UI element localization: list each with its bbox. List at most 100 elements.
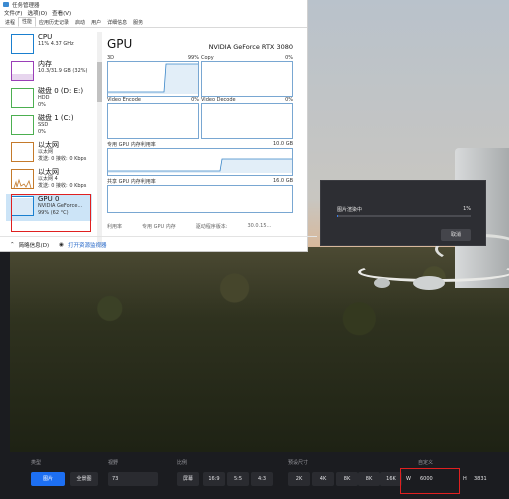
ratio-16-9-button[interactable]: 16:9 bbox=[203, 472, 225, 486]
shared-memory: 共享 GPU 内存利用率 16.0 GB bbox=[107, 178, 293, 213]
menu-file[interactable]: 文件(F) bbox=[4, 9, 22, 17]
type-label: 类型 bbox=[31, 460, 42, 466]
resource-name: CPU bbox=[38, 33, 53, 41]
progress-fill bbox=[337, 215, 339, 217]
highlight-gpu bbox=[11, 194, 91, 232]
tab-users[interactable]: 用户 bbox=[88, 19, 104, 27]
resource-monitor-icon: ◉ bbox=[59, 241, 64, 248]
dialog-title: 图片渲染中 bbox=[337, 207, 363, 213]
stat-utilization: 利用率 bbox=[107, 224, 123, 230]
building-pod-small bbox=[374, 278, 390, 288]
resource-name: 内存 bbox=[38, 60, 52, 68]
stat-driver: 驱动程序版本: bbox=[195, 224, 228, 230]
shared-mem-label: 共享 GPU 内存利用率 bbox=[107, 179, 156, 185]
dedicated-mem-graph bbox=[107, 148, 293, 176]
resource-disk-1[interactable]: 磁盘 1 (C:) SSD 0% bbox=[6, 113, 92, 140]
open-resource-monitor-link[interactable]: 打开资源监视器 bbox=[68, 241, 107, 249]
resource-sub2: 发送: 0 接收: 0 Kbps bbox=[38, 183, 87, 189]
preset-8k-button[interactable]: 8K bbox=[336, 472, 358, 486]
resource-sub2: 0% bbox=[38, 129, 46, 135]
engine-3d: 3D 99% bbox=[107, 55, 199, 97]
building-pod bbox=[413, 276, 445, 290]
resource-sub: 10.3/31.9 GB (32%) bbox=[38, 68, 88, 74]
ratio-5-5-button[interactable]: 5:5 bbox=[227, 472, 249, 486]
resource-name: 以太网 bbox=[38, 168, 59, 176]
engine-copy: Copy 0% bbox=[201, 55, 293, 97]
tab-processes[interactable]: 进程 bbox=[2, 19, 18, 27]
resource-sub: 以太网 4 bbox=[38, 176, 58, 182]
preset-4k-button[interactable]: 4K bbox=[312, 472, 334, 486]
tab-services[interactable]: 服务 bbox=[130, 19, 146, 27]
render-settings-bar: 类型 图片 全景图 视野 73 比例 屏幕 16:9 5:5 4:3 预设尺寸 … bbox=[0, 452, 509, 499]
dedicated-memory: 专用 GPU 内存利用率 10.0 GB bbox=[107, 141, 293, 176]
menu-bar: 文件(F) 选项(O) 查看(V) bbox=[0, 9, 307, 17]
resource-sub2: 发送: 0 接收: 0 Kbps bbox=[38, 156, 87, 162]
shared-mem-max: 16.0 GB bbox=[272, 178, 293, 184]
shared-mem-graph bbox=[107, 185, 293, 213]
fov-label: 视野 bbox=[108, 460, 119, 466]
scrollbar-thumb[interactable] bbox=[97, 62, 102, 102]
resource-sub: SSD bbox=[38, 122, 49, 128]
tab-performance[interactable]: 性能 bbox=[18, 17, 37, 27]
highlight-width bbox=[400, 468, 460, 494]
ratio-screen-button[interactable]: 屏幕 bbox=[177, 472, 199, 486]
engine-video-decode-graph bbox=[201, 103, 293, 139]
gpu-model: NVIDIA GeForce RTX 3080 bbox=[208, 43, 293, 51]
memory-thumbnail bbox=[11, 61, 34, 81]
resource-sub: 11% 4.37 GHz bbox=[38, 41, 74, 47]
engine-copy-graph bbox=[201, 61, 293, 97]
resource-name: 磁盘 1 (C:) bbox=[38, 114, 74, 122]
resource-cpu[interactable]: CPU 11% 4.37 GHz bbox=[6, 32, 92, 59]
render-progress-dialog: 图片渲染中 1% 取消 bbox=[320, 180, 486, 246]
ethernet-thumbnail bbox=[11, 142, 34, 162]
tab-startup[interactable]: 启动 bbox=[72, 19, 88, 27]
collapse-icon[interactable]: ⌃ bbox=[10, 242, 15, 248]
gpu-title: GPU bbox=[107, 37, 133, 51]
stat-dedicated: 专用 GPU 内存 bbox=[142, 224, 176, 230]
fov-input[interactable]: 73 bbox=[108, 472, 158, 486]
preset-2k-button[interactable]: 2K bbox=[288, 472, 310, 486]
resource-disk-0[interactable]: 磁盘 0 (D: E:) HDD 0% bbox=[6, 86, 92, 113]
disk0-thumbnail bbox=[11, 88, 34, 108]
tm-footer: ⌃ 简略信息(D) ◉ 打开资源监视器 bbox=[0, 236, 317, 252]
task-manager-icon bbox=[3, 2, 9, 7]
ratio-label: 比例 bbox=[177, 460, 188, 466]
resource-ethernet-4[interactable]: 以太网 以太网 4 发送: 0 接收: 0 Kbps bbox=[6, 167, 92, 194]
type-image-button[interactable]: 图片 bbox=[31, 472, 65, 486]
dedicated-mem-label: 专用 GPU 内存利用率 bbox=[107, 142, 156, 148]
brief-info-button[interactable]: 简略信息(D) bbox=[19, 241, 50, 249]
tab-bar: 进程 性能 应用历史记录 启动 用户 详细信息 服务 bbox=[0, 17, 307, 28]
cpu-thumbnail bbox=[11, 34, 34, 54]
cancel-button[interactable]: 取消 bbox=[441, 229, 471, 241]
resource-name: 以太网 bbox=[38, 141, 59, 149]
menu-view[interactable]: 查看(V) bbox=[52, 9, 71, 17]
preset-label: 预设尺寸 bbox=[288, 460, 309, 466]
resource-ethernet[interactable]: 以太网 以太网 发送: 0 接收: 0 Kbps bbox=[6, 140, 92, 167]
disk1-thumbnail bbox=[11, 115, 34, 135]
window-title: 任务管理器 bbox=[12, 2, 40, 9]
ratio-4-3-button[interactable]: 4:3 bbox=[251, 472, 273, 486]
ethernet4-thumbnail bbox=[11, 169, 34, 189]
resource-sub2: 0% bbox=[38, 102, 46, 108]
resource-name: 磁盘 0 (D: E:) bbox=[38, 87, 84, 95]
title-bar: 任务管理器 bbox=[0, 0, 307, 9]
resource-sub: HDD bbox=[38, 95, 50, 101]
stat-driver-version: 30.0.15... bbox=[247, 223, 272, 229]
resource-sub: 以太网 bbox=[38, 149, 54, 155]
tab-details[interactable]: 详细信息 bbox=[104, 19, 130, 27]
progress-bar bbox=[337, 215, 471, 217]
dialog-percent: 1% bbox=[463, 206, 471, 212]
gpu-stats: 利用率 专用 GPU 内存 驱动程序版本: 30.0.15... bbox=[107, 223, 271, 230]
tab-app-history[interactable]: 应用历史记录 bbox=[36, 19, 72, 27]
type-panorama-button[interactable]: 全景图 bbox=[70, 472, 98, 486]
engine-video-decode: Video Decode 0% bbox=[201, 97, 293, 139]
menu-options[interactable]: 选项(O) bbox=[27, 9, 47, 17]
dedicated-mem-max: 10.0 GB bbox=[272, 141, 293, 147]
height-input[interactable]: 3831 bbox=[470, 472, 506, 486]
height-label: H bbox=[463, 476, 467, 482]
scrollbar[interactable] bbox=[97, 32, 102, 247]
custom-label: 自定义 bbox=[418, 460, 434, 466]
preset-16k-button[interactable]: 16K bbox=[380, 472, 402, 486]
resource-memory[interactable]: 内存 10.3/31.9 GB (32%) bbox=[6, 59, 92, 86]
preset-8k-button-2[interactable]: 8K bbox=[358, 472, 380, 486]
